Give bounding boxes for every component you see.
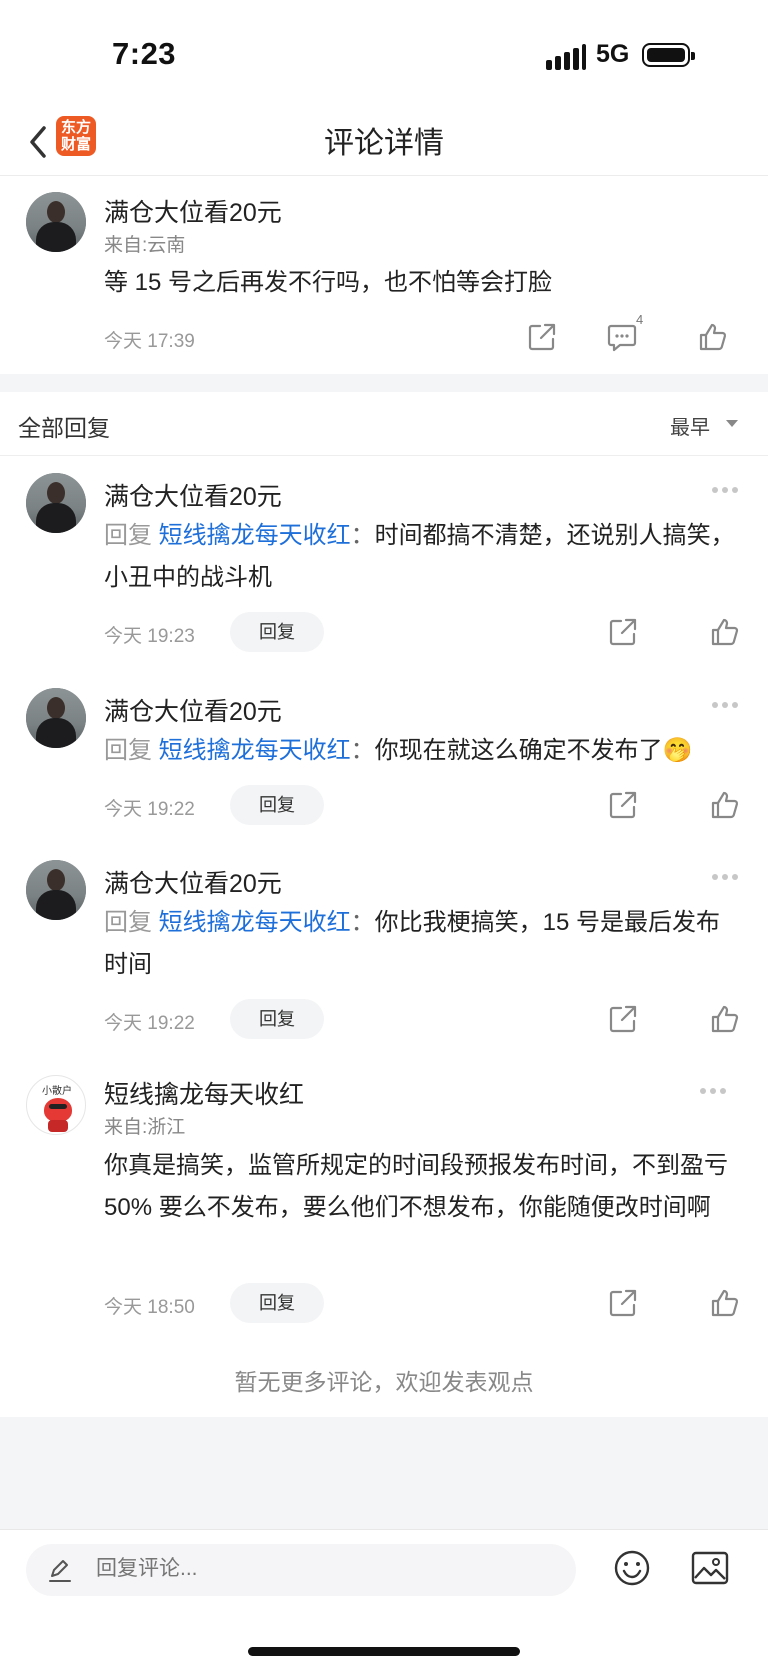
- thumbs-up-icon[interactable]: [697, 321, 729, 353]
- reply-input-bar: [0, 1529, 768, 1669]
- reply-username[interactable]: 满仓大位看20元: [104, 477, 282, 513]
- reply-username[interactable]: 满仓大位看20元: [104, 864, 282, 900]
- thumbs-up-icon[interactable]: [709, 1287, 741, 1319]
- main-comment-username[interactable]: 满仓大位看20元: [104, 193, 282, 229]
- avatar[interactable]: 小散户: [26, 1075, 86, 1135]
- reply-button[interactable]: 回复: [230, 1283, 324, 1323]
- more-dots-icon[interactable]: [712, 701, 740, 709]
- reply-target-link[interactable]: 短线擒龙每天收红: [159, 522, 351, 549]
- status-bar: 7:23 5G: [0, 0, 768, 110]
- reply-username[interactable]: 短线擒龙每天收红: [104, 1075, 304, 1111]
- nav-bar: 东方财富 评论详情: [0, 110, 768, 176]
- reply-time: 今天 19:22: [104, 1013, 195, 1034]
- pencil-icon: [49, 1560, 71, 1582]
- comment-count: 4: [636, 312, 644, 327]
- reply-location: 来自:浙江: [104, 1117, 186, 1138]
- avatar[interactable]: [26, 473, 86, 533]
- reply-prefix: 回复: [104, 737, 152, 764]
- avatar[interactable]: [26, 192, 86, 252]
- no-more-comments-note: 暂无更多评论，欢迎发表观点: [234, 1369, 534, 1395]
- reply-colon: ：: [350, 522, 375, 549]
- main-comment-content: 等 15 号之后再发不行吗，也不怕等会打脸: [104, 269, 553, 296]
- main-comment-time: 今天 17:39: [104, 331, 195, 352]
- bottom-spacer: [0, 1417, 768, 1529]
- comment-icon[interactable]: [606, 321, 638, 353]
- replies-title: 全部回复: [18, 415, 110, 441]
- thumbs-up-icon[interactable]: [709, 616, 741, 648]
- reply-time: 今天 19:22: [104, 799, 195, 820]
- main-comment-location: 来自:云南: [104, 235, 186, 256]
- page-title: 评论详情: [324, 127, 444, 160]
- reply-input[interactable]: [96, 1557, 536, 1581]
- reply-time: 今天 18:50: [104, 1297, 195, 1318]
- reply-target-link[interactable]: 短线擒龙每天收红: [159, 909, 351, 936]
- reply-username[interactable]: 满仓大位看20元: [104, 692, 282, 728]
- sort-dropdown[interactable]: 最早: [670, 411, 710, 440]
- reply-colon: ：: [350, 737, 375, 764]
- image-icon[interactable]: [690, 1550, 730, 1586]
- reply-content: 你真是搞笑，监管所规定的时间段预报发布时间，不到盈亏 50% 要么不发布，要么他…: [104, 1152, 728, 1221]
- reply-prefix: 回复: [104, 522, 152, 549]
- replies-header: 全部回复 最早: [0, 392, 768, 456]
- reply-text: 你现在就这么确定不发布了🤭: [374, 737, 693, 764]
- share-icon[interactable]: [607, 616, 639, 648]
- thumbs-up-icon[interactable]: [709, 1003, 741, 1035]
- more-dots-icon[interactable]: [712, 486, 740, 494]
- section-divider: [0, 374, 768, 392]
- reply-content: 回复 短线擒龙每天收红：你比我梗搞笑，15 号是最后发布时间: [104, 902, 744, 986]
- more-dots-icon[interactable]: [700, 1087, 728, 1095]
- reply-input-container[interactable]: [26, 1544, 576, 1596]
- thumbs-up-icon[interactable]: [709, 789, 741, 821]
- reply-button[interactable]: 回复: [230, 785, 324, 825]
- reply-target-link[interactable]: 短线擒龙每天收红: [159, 737, 351, 764]
- status-time: 7:23: [112, 36, 177, 71]
- emoji-icon[interactable]: [612, 1548, 652, 1588]
- chevron-down-icon[interactable]: [726, 420, 738, 427]
- reply-colon: ：: [350, 909, 375, 936]
- more-dots-icon[interactable]: [712, 873, 740, 881]
- share-icon[interactable]: [526, 321, 558, 353]
- network-type: 5G: [596, 40, 630, 68]
- avatar[interactable]: [26, 860, 86, 920]
- share-icon[interactable]: [607, 1003, 639, 1035]
- reply-prefix: 回复: [104, 909, 152, 936]
- signal-icon: [546, 44, 586, 70]
- home-indicator: [248, 1647, 520, 1656]
- reply-button[interactable]: 回复: [230, 612, 324, 652]
- reply-content: 回复 短线擒龙每天收红：你现在就这么确定不发布了🤭: [104, 730, 744, 772]
- avatar-tag: 小散户: [42, 1086, 72, 1097]
- reply-button[interactable]: 回复: [230, 999, 324, 1039]
- share-icon[interactable]: [607, 1287, 639, 1319]
- reply-time: 今天 19:23: [104, 626, 195, 647]
- reply-content: 回复 短线擒龙每天收红：时间都搞不清楚，还说别人搞笑，小丑中的战斗机: [104, 515, 744, 599]
- share-icon[interactable]: [607, 789, 639, 821]
- avatar[interactable]: [26, 688, 86, 748]
- battery-icon: [642, 43, 695, 67]
